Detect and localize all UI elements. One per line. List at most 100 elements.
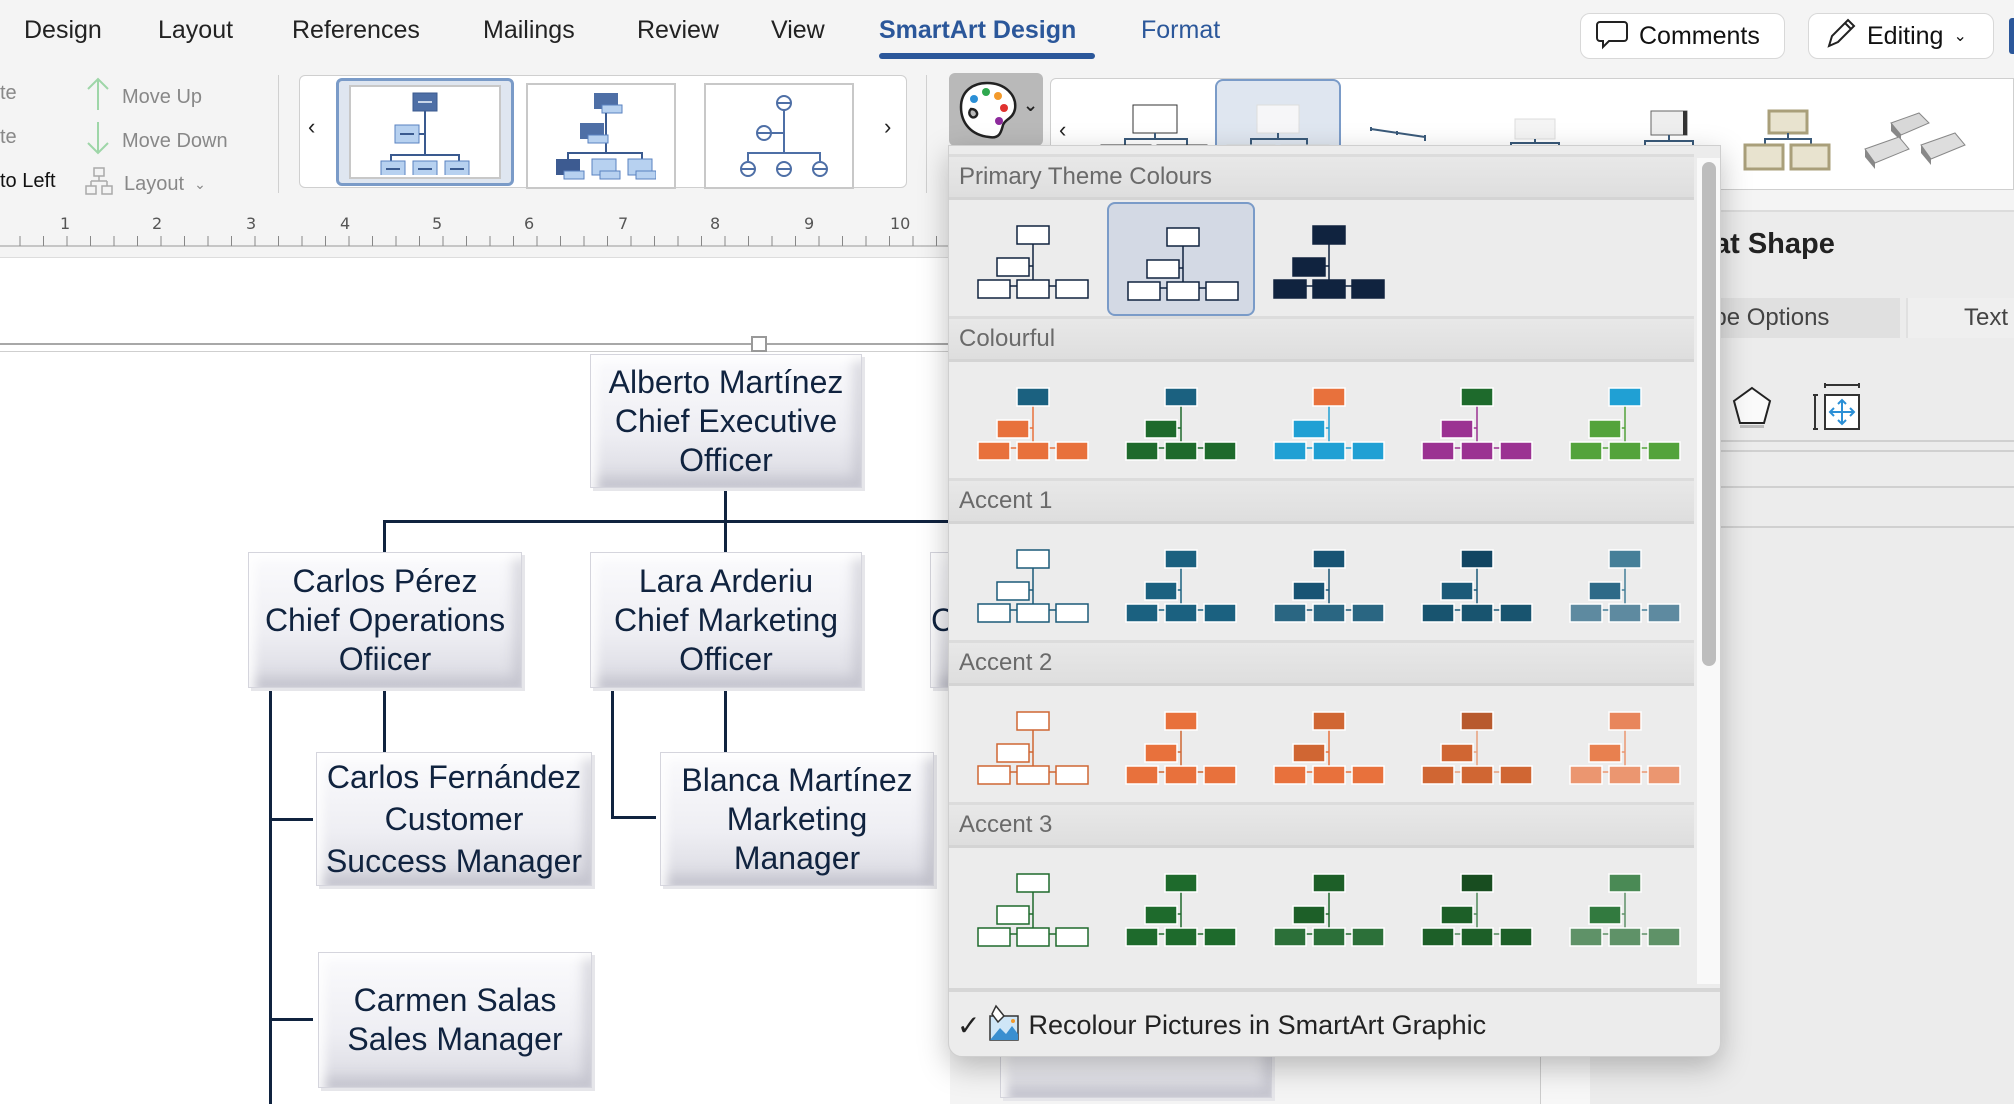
org-chart-colour-preview: [1273, 711, 1385, 785]
move-up-label: Move Up: [122, 85, 203, 108]
layout-option-1-selected[interactable]: [336, 78, 514, 186]
ruler-number: 10: [890, 214, 911, 233]
ruler-number: 1: [60, 214, 71, 233]
right-to-left-button[interactable]: to Left: [0, 170, 56, 193]
colour-swatch[interactable]: [1403, 364, 1551, 478]
colour-swatch[interactable]: [1107, 688, 1255, 802]
colour-swatch[interactable]: [959, 850, 1107, 964]
tab-design[interactable]: Design: [24, 16, 102, 45]
org-chart-colour-preview: [1273, 225, 1385, 299]
tab-smartart-design[interactable]: SmartArt Design: [879, 16, 1076, 45]
arrow-up-icon: [84, 76, 112, 118]
colour-section-header: Primary Theme Colours: [949, 154, 1694, 200]
org-node-ceo[interactable]: Alberto Martínez Chief Executive Officer: [590, 354, 862, 488]
tab-review[interactable]: Review: [637, 16, 719, 45]
colour-swatch[interactable]: [1107, 526, 1255, 640]
chevron-down-icon: ⌄: [1953, 28, 1967, 45]
resize-handle[interactable]: [751, 336, 767, 352]
org-chart-colour-preview: [1125, 549, 1237, 623]
change-colours-button[interactable]: ⌄: [949, 73, 1043, 146]
org-chart-colour-preview: [1273, 549, 1385, 623]
dropdown-scrollbar-thumb[interactable]: [1702, 162, 1716, 666]
colour-swatch[interactable]: [959, 202, 1107, 316]
gallery-prev-arrow[interactable]: ‹: [308, 114, 315, 140]
connector-line: [269, 818, 313, 821]
move-down-button[interactable]: Move Down: [84, 120, 228, 162]
colour-swatch[interactable]: [1255, 850, 1403, 964]
org-chart-colour-preview: [977, 873, 1089, 947]
move-up-button[interactable]: Move Up: [84, 76, 202, 118]
horizontal-ruler[interactable]: 1 2 3 4 5 6 7 8 9 10: [0, 210, 950, 258]
gallery-next-arrow[interactable]: ›: [884, 114, 891, 140]
layout-option-3[interactable]: [704, 83, 854, 189]
editing-mode-button[interactable]: Editing ⌄: [1808, 13, 1994, 59]
document-canvas[interactable]: Alberto Martínez Chief Executive Officer…: [0, 258, 1272, 1104]
org-chart-icon: [84, 166, 114, 202]
tab-references[interactable]: References: [292, 16, 420, 45]
tab-format[interactable]: Format: [1141, 16, 1220, 45]
ribbon-partial-item-1[interactable]: te: [0, 82, 17, 105]
recolour-pictures-option[interactable]: ✓ Recolour Pictures in SmartArt Graphic: [949, 988, 1720, 1056]
org-chart-colour-preview: [1569, 711, 1681, 785]
org-node-customer-success[interactable]: Carlos Fernández Customer Success Manage…: [316, 752, 592, 886]
comments-button[interactable]: Comments: [1580, 13, 1785, 59]
colour-swatch[interactable]: [1551, 688, 1694, 802]
move-down-label: Move Down: [122, 129, 228, 152]
pencil-icon: [1823, 16, 1857, 57]
colour-swatch[interactable]: [1107, 850, 1255, 964]
org-chart-colour-preview: [977, 711, 1089, 785]
colour-swatch-row: [949, 362, 1694, 478]
colour-swatch[interactable]: [1403, 526, 1551, 640]
layout-dropdown-button[interactable]: Layout ⌄: [84, 166, 206, 202]
colour-swatch[interactable]: [1551, 364, 1694, 478]
pentagon-fill-icon[interactable]: [1730, 385, 1774, 436]
colour-swatch[interactable]: [1255, 202, 1403, 316]
dropdown-scrollbar[interactable]: [1697, 158, 1720, 984]
colour-swatch[interactable]: [1403, 688, 1551, 802]
style-option-polished[interactable]: [1725, 79, 1851, 191]
chevron-down-icon: ⌄: [194, 175, 206, 192]
colour-swatch[interactable]: [1551, 850, 1694, 964]
colour-swatch[interactable]: [959, 364, 1107, 478]
ribbon-tab-bar: Design Layout References Mailings Review…: [0, 0, 2014, 70]
colour-swatch[interactable]: [1255, 526, 1403, 640]
org-node-cmo[interactable]: Lara Arderiu Chief Marketing Officer: [590, 552, 862, 688]
node-text: Lara Arderiu Chief Marketing Officer: [613, 562, 839, 677]
colour-swatch[interactable]: [1551, 526, 1694, 640]
tab-text-options[interactable]: Text: [1906, 298, 2014, 338]
colour-swatch[interactable]: [1255, 364, 1403, 478]
tab-view[interactable]: View: [771, 16, 825, 45]
node-text: Carlos Fernández Customer Success Manage…: [325, 759, 583, 879]
tab-layout[interactable]: Layout: [158, 16, 233, 45]
org-node-coo[interactable]: Carlos Pérez Chief Operations Ofiicer: [248, 552, 522, 688]
pane-divider: [1700, 486, 2014, 488]
org-chart-colour-preview: [977, 225, 1089, 299]
change-colours-dropdown: Primary Theme Colours Colourful Accent 1 Ac…: [948, 145, 1721, 1057]
ribbon-partial-item-2[interactable]: te: [0, 126, 17, 149]
style-option-3d-cartoon[interactable]: [1851, 79, 1977, 191]
colour-swatch[interactable]: [1107, 364, 1255, 478]
circle-hierarchy-layout-icon: [740, 95, 828, 177]
tab-mailings[interactable]: Mailings: [483, 16, 575, 45]
ruler-number: 9: [804, 214, 815, 233]
node-text: Blanca Martínez Marketing Manager: [681, 761, 913, 876]
share-button-edge[interactable]: [2009, 18, 2014, 54]
size-properties-icon[interactable]: [1812, 382, 1864, 437]
ruler-number: 6: [524, 214, 535, 233]
colour-swatch-selected[interactable]: [1107, 202, 1255, 316]
tab-label: Text: [1964, 304, 2009, 331]
colour-swatch[interactable]: [1255, 688, 1403, 802]
tab-shape-options[interactable]: ape Options: [1700, 298, 1900, 338]
layout-option-2[interactable]: [526, 83, 676, 189]
ruler-number: 5: [432, 214, 443, 233]
connector-line: [269, 690, 272, 1104]
org-node-marketing-manager[interactable]: Blanca Martínez Marketing Manager: [660, 752, 934, 886]
org-node-sales-manager[interactable]: Carmen Salas Sales Manager: [318, 952, 592, 1088]
recolour-pictures-label: Recolour Pictures in SmartArt Graphic: [1028, 1009, 1487, 1040]
colour-swatch[interactable]: [959, 526, 1107, 640]
node-text: Carlos Pérez Chief Operations Ofiicer: [264, 562, 506, 677]
styles-prev-arrow[interactable]: ‹: [1059, 117, 1066, 143]
colour-swatch[interactable]: [959, 688, 1107, 802]
org-chart-colour-preview: [977, 387, 1089, 461]
colour-swatch[interactable]: [1403, 850, 1551, 964]
